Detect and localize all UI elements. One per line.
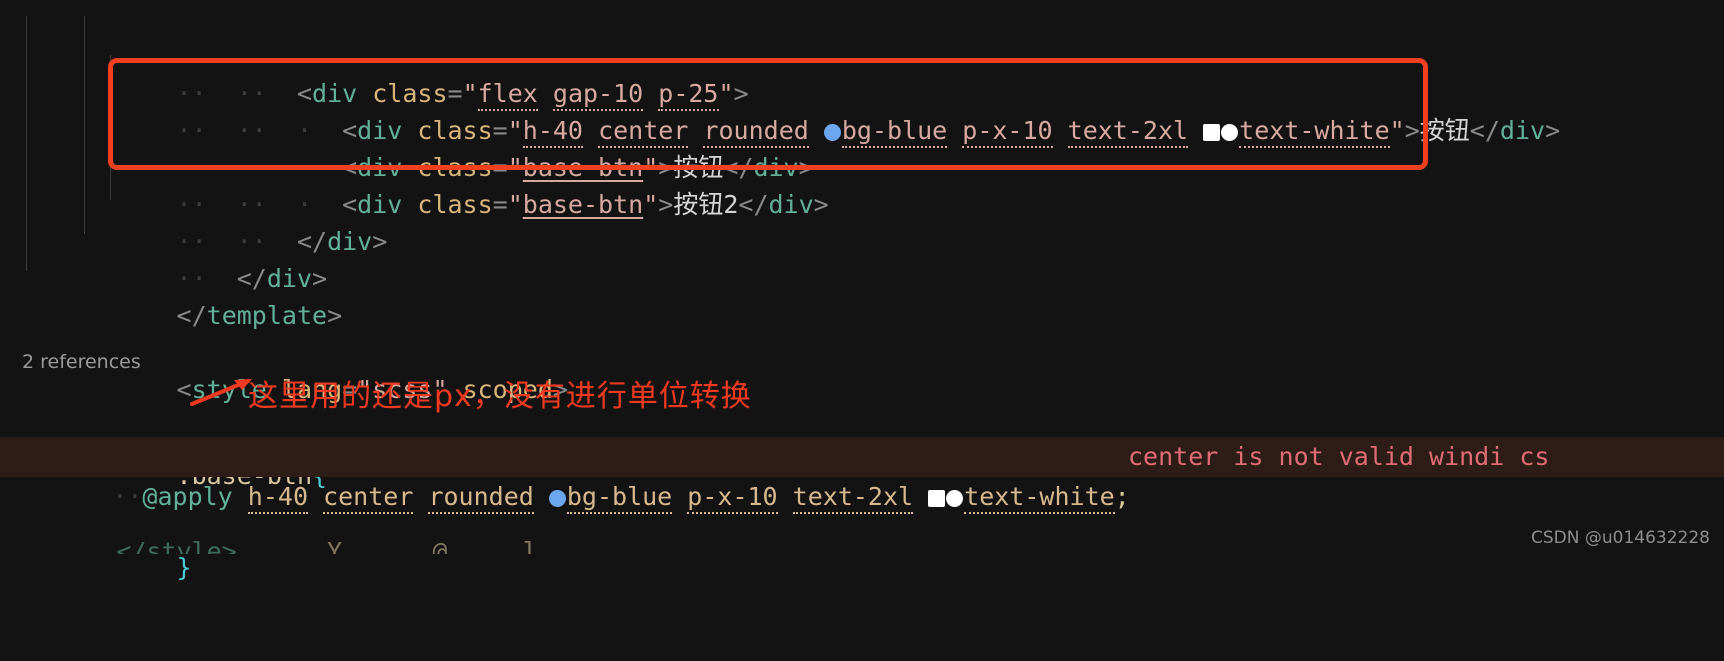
codelens-references[interactable]: 2 references	[22, 352, 141, 372]
watermark: CSDN @u014632228	[1531, 528, 1710, 548]
code-editor[interactable]: ·· ·· <div class="flex gap-10 p-25"> ·· …	[0, 0, 1724, 582]
quote-open: "	[507, 189, 523, 219]
closing-tag-open: </	[738, 189, 769, 219]
code-line-1[interactable]: ·· ·· <div class="flex gap-10 p-25">	[0, 0, 749, 111]
code-line-4[interactable]: ·· ·· · <div class="base-btn">按钮2</div>	[0, 111, 829, 219]
inline-error-message: center is not valid windi cs	[1128, 442, 1550, 471]
annotation-text: 这里用的还是px，没有进行单位转换	[248, 379, 752, 414]
class-base-btn[interactable]: base-btn	[523, 190, 643, 219]
closing-tag-close: >	[1545, 115, 1561, 145]
color-swatch-white-square-icon	[1203, 123, 1221, 141]
angle-bracket-close: >	[658, 189, 674, 219]
quote-close: "	[643, 189, 659, 219]
utility-p-x-10[interactable]: p-x-10	[962, 115, 1053, 148]
tag-name-div-close: div	[1499, 115, 1546, 145]
utility-bg-blue[interactable]: bg-blue	[841, 115, 948, 148]
code-line-2[interactable]: ·· ·· · <div class="h-40 center rounded …	[0, 37, 1560, 148]
color-swatch-white-circle-icon	[1221, 123, 1239, 141]
code-line-apply[interactable]: ··@apply h-40 center rounded bg-blue p-x…	[0, 437, 1724, 514]
code-line-5[interactable]: ·· ·· </div>	[0, 148, 388, 256]
code-line-style-open[interactable]: <style lang="scss" scoped>	[0, 296, 568, 404]
quote-close: "	[1389, 115, 1405, 145]
button-label-text: 按钮	[1419, 115, 1470, 145]
attribute-class: class	[417, 189, 493, 219]
tag-name-div-close: div	[768, 189, 814, 219]
equals-sign: =	[492, 189, 508, 219]
code-line-3[interactable]: ·· ·· · <div class="base-btn">按钮</div>	[0, 74, 814, 182]
button-label-text: 按钮2	[673, 189, 739, 219]
utility-text-white[interactable]: text-white	[1239, 115, 1390, 148]
angle-bracket-close: >	[1404, 115, 1420, 145]
closing-tag-open: </	[1469, 115, 1500, 145]
brace-close: }	[176, 552, 192, 582]
closing-tag-close: >	[372, 226, 388, 256]
code-line-7[interactable]: </template>	[0, 222, 343, 330]
closing-tag-close: >	[813, 189, 829, 219]
code-line-partial-bottom[interactable]: </style> Y... @.....l...	[0, 496, 1724, 554]
code-line-6[interactable]: ·· </div>	[0, 185, 328, 293]
utility-text-2xl[interactable]: text-2xl	[1067, 115, 1189, 148]
